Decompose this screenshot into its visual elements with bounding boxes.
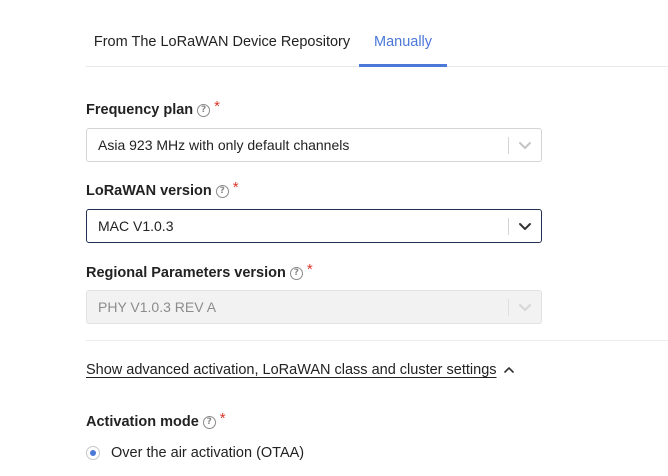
lorawan-version-value: MAC V1.0.3 — [98, 218, 174, 234]
frequency-plan-value: Asia 923 MHz with only default channels — [98, 137, 350, 153]
regional-parameters-label-text: Regional Parameters version — [86, 265, 286, 281]
tab-manually-label: Manually — [373, 34, 433, 50]
required-mark: * — [214, 97, 221, 115]
select-separator — [508, 218, 509, 235]
advanced-settings-toggle[interactable]: Show advanced activation, LoRaWAN class … — [86, 362, 515, 378]
advanced-settings-label: Show advanced activation, LoRaWAN class … — [86, 362, 497, 378]
regional-parameters-label: Regional Parameters version ? * — [86, 260, 313, 283]
regional-parameters-value: PHY V1.0.3 REV A — [98, 299, 217, 315]
tab-device-repository-label: From The LoRaWAN Device Repository — [93, 34, 351, 50]
frequency-plan-label-text: Frequency plan — [86, 102, 194, 118]
lorawan-version-label: LoRaWAN version ? * — [86, 178, 239, 201]
frequency-plan-label: Frequency plan ? * — [86, 97, 221, 120]
device-registration-form: From The LoRaWAN Device Repository Manua… — [0, 0, 668, 476]
tab-device-repository[interactable]: From The LoRaWAN Device Repository — [86, 20, 358, 66]
chevron-down-icon[interactable] — [518, 138, 532, 152]
chevron-up-icon — [503, 367, 514, 373]
chevron-down-icon[interactable] — [518, 219, 532, 233]
registration-method-tabs: From The LoRaWAN Device Repository Manua… — [86, 20, 668, 67]
select-separator — [508, 299, 509, 316]
question-circle-icon[interactable]: ? — [197, 103, 211, 117]
activation-mode-label: Activation mode ? * — [86, 409, 226, 432]
select-separator — [508, 137, 509, 154]
lorawan-version-label-text: LoRaWAN version — [86, 183, 212, 199]
tab-manually[interactable]: Manually — [359, 20, 447, 67]
regional-parameters-select: PHY V1.0.3 REV A — [86, 290, 542, 324]
required-mark: * — [219, 409, 226, 427]
otaa-radio-label: Over the air activation (OTAA) — [111, 445, 305, 461]
question-circle-icon[interactable]: ? — [215, 184, 229, 198]
activation-mode-label-text: Activation mode — [86, 414, 199, 430]
lorawan-version-select[interactable]: MAC V1.0.3 — [86, 209, 542, 243]
required-mark: * — [306, 260, 313, 278]
question-circle-icon[interactable]: ? — [289, 266, 303, 280]
chevron-down-icon — [519, 304, 531, 311]
required-mark: * — [232, 178, 239, 196]
question-circle-icon[interactable]: ? — [202, 415, 216, 429]
section-divider — [86, 340, 668, 341]
otaa-radio-button[interactable] — [86, 446, 100, 460]
activation-mode-option-otaa[interactable]: Over the air activation (OTAA) — [86, 445, 304, 461]
frequency-plan-select[interactable]: Asia 923 MHz with only default channels — [86, 128, 542, 162]
